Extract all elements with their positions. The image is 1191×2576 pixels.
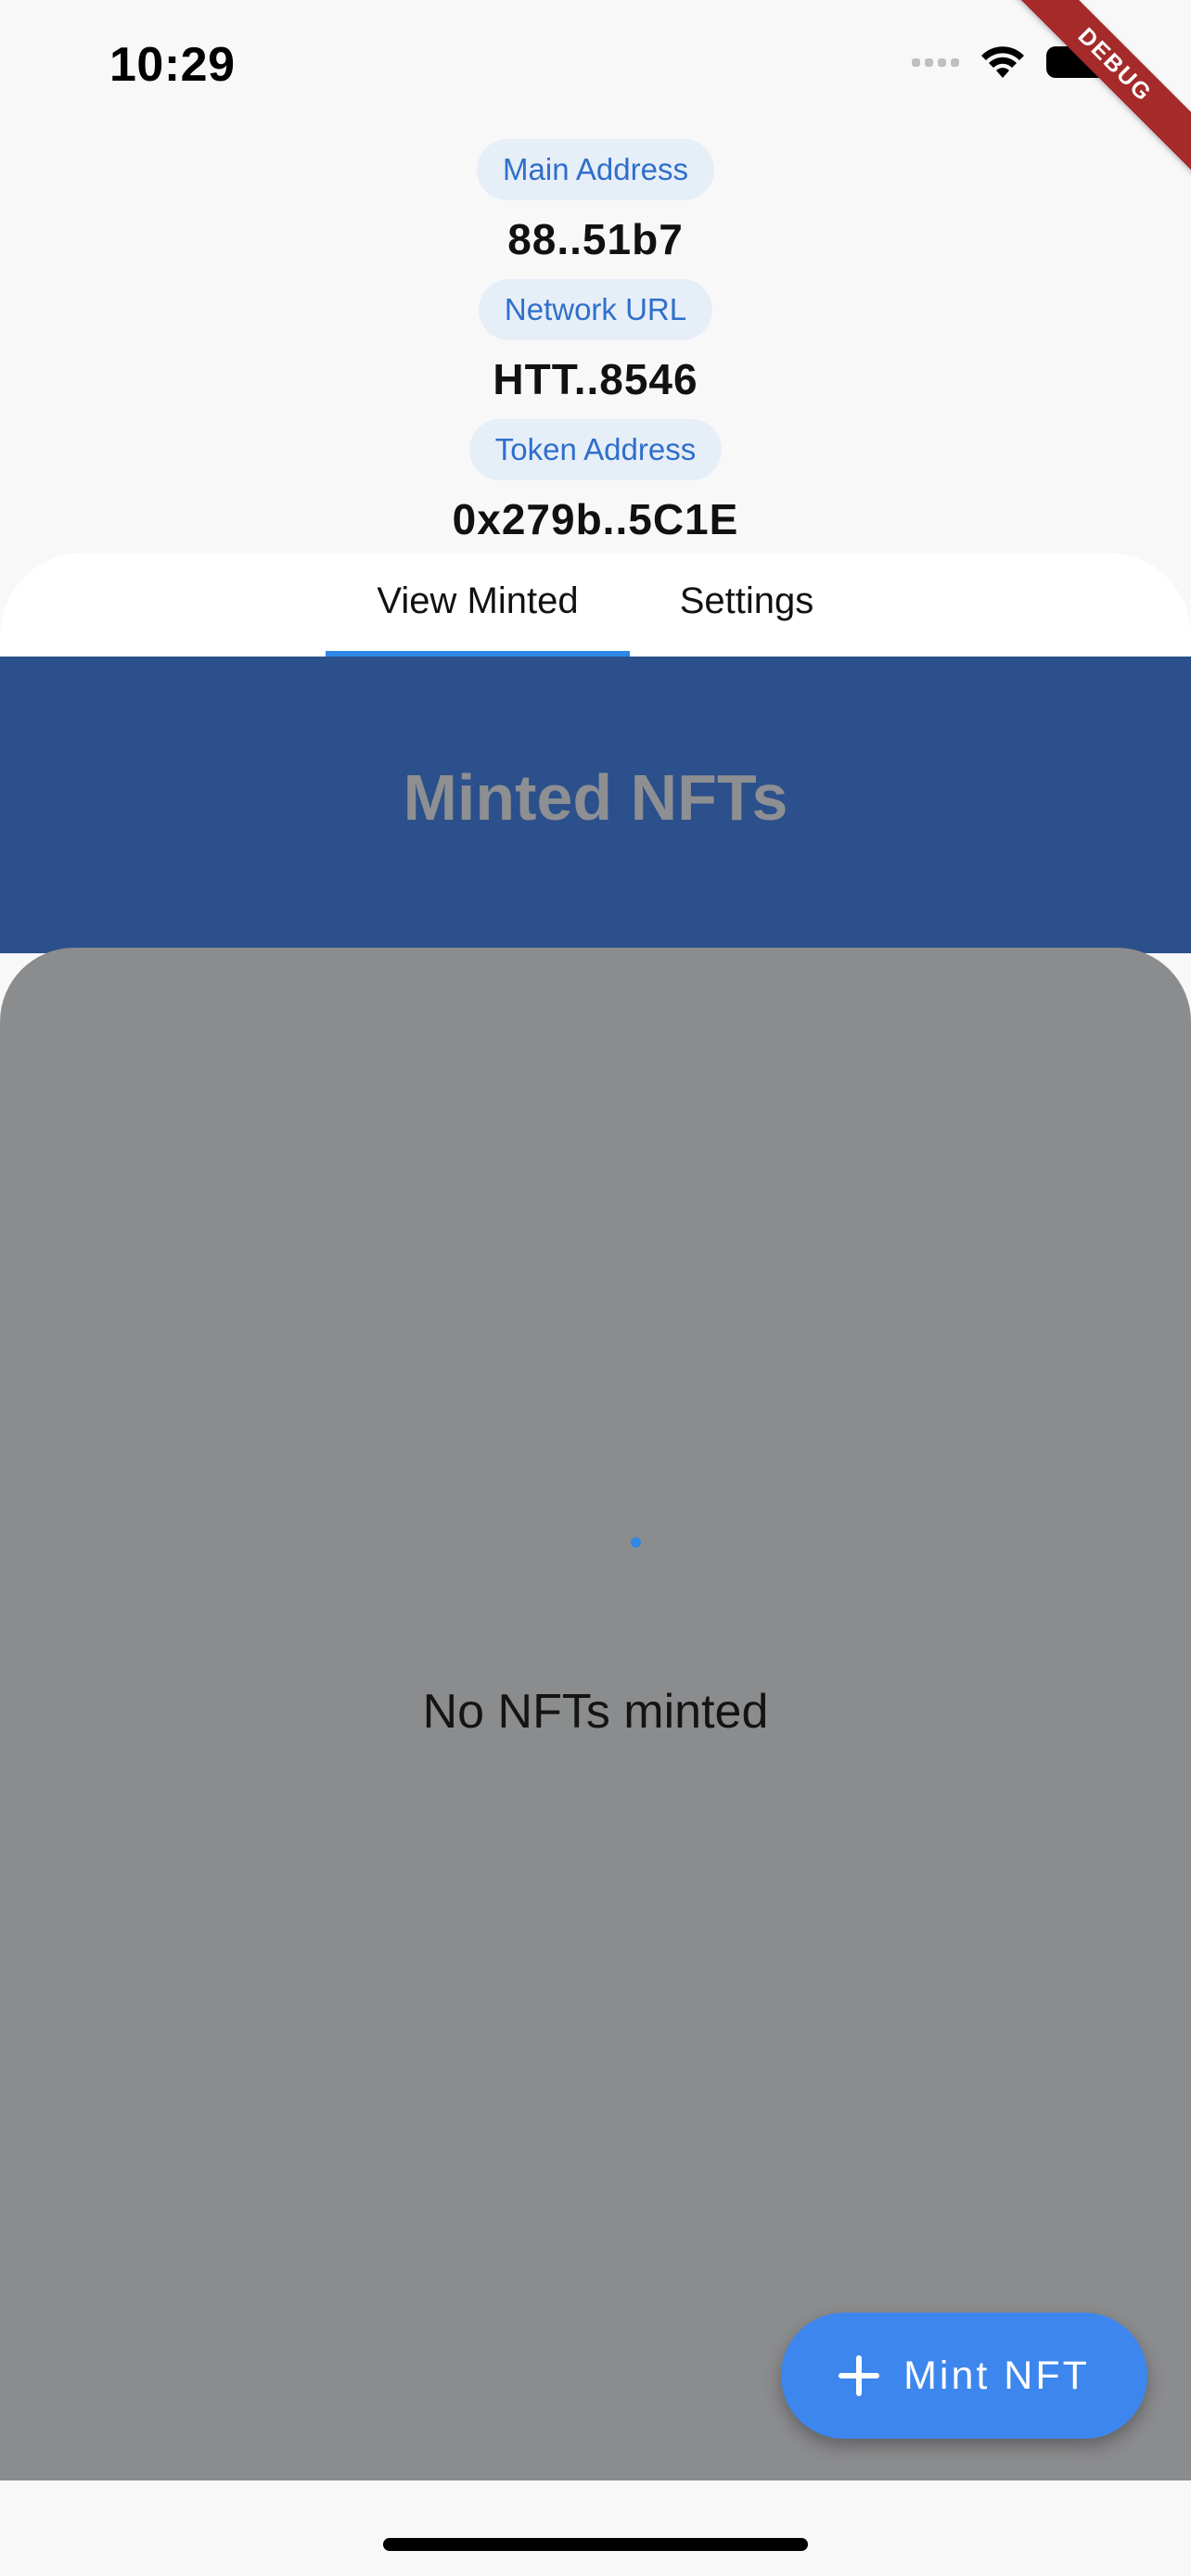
status-bar: 10:29 [0,0,1191,139]
network-url-chip[interactable]: Network URL [478,279,713,340]
main-address-value: 88..51b7 [507,215,684,263]
mint-nft-button[interactable]: Mint NFT [781,2313,1147,2439]
bottom-safe-area [0,2480,1191,2576]
wallet-info: Main Address 88..51b7 Network URL HTT..8… [0,139,1191,559]
mint-nft-label: Mint NFT [903,2353,1090,2398]
tab-settings[interactable]: Settings [647,553,846,657]
section-title: Minted NFTs [403,761,788,834]
network-url-value: HTT..8546 [493,355,698,403]
token-address-chip[interactable]: Token Address [468,419,723,480]
home-indicator[interactable] [383,2538,808,2551]
status-icons [912,45,1118,80]
wifi-icon [981,46,1024,78]
tab-view-minted[interactable]: View Minted [326,553,630,657]
section-header: Minted NFTs [0,657,1191,953]
status-time: 10:29 [109,38,236,92]
plus-icon [839,2355,880,2396]
tab-bar: View Minted Settings [0,553,1191,657]
main-address-chip[interactable]: Main Address [477,139,714,200]
cellular-signal-icon [912,57,959,67]
loading-indicator [631,1537,641,1548]
battery-icon [1046,46,1118,78]
token-address-value: 0x279b..5C1E [452,495,739,543]
empty-state-text: No NFTs minted [422,1685,769,1739]
